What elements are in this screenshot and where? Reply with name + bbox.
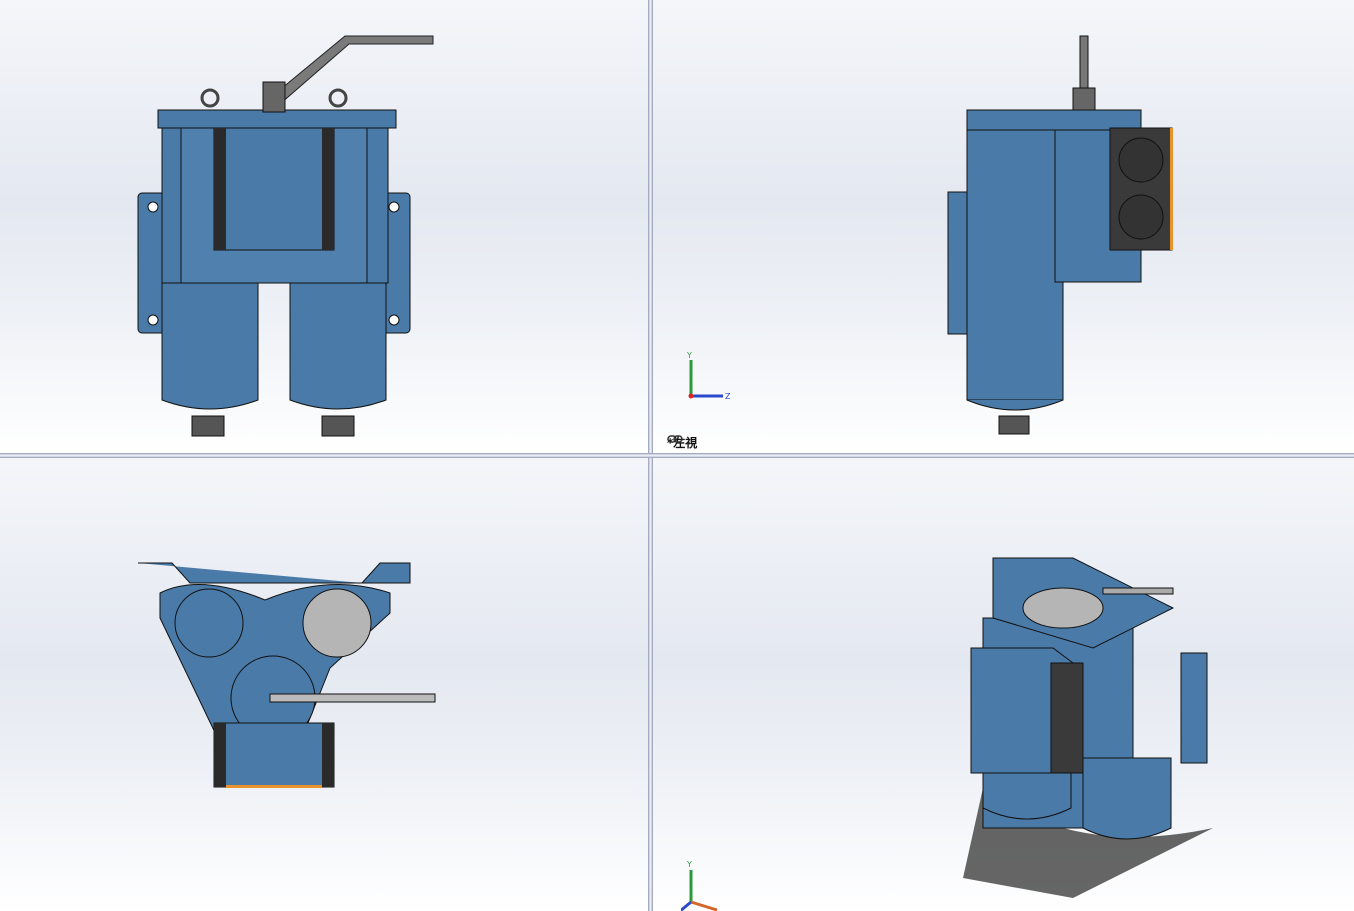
valve-handle bbox=[269, 35, 434, 105]
viewport-top[interactable] bbox=[0, 458, 648, 911]
left-drain-plug bbox=[191, 415, 225, 437]
view-name-label: *左視 bbox=[667, 434, 697, 451]
valve-stem bbox=[1079, 35, 1089, 97]
top-flange bbox=[966, 109, 1142, 131]
front-view-model bbox=[137, 35, 434, 437]
valve-handle bbox=[269, 693, 436, 703]
gasket-left bbox=[214, 128, 226, 250]
iso-view-model bbox=[963, 557, 1213, 898]
edge-highlight bbox=[226, 785, 322, 788]
valve-nut bbox=[1072, 87, 1096, 111]
right-bowl-cap bbox=[302, 588, 372, 658]
side-bracket bbox=[1180, 652, 1208, 764]
triad-y-label-iso: Y bbox=[686, 860, 692, 869]
right-eyebolt bbox=[328, 88, 348, 108]
xyz-axis-triad-icon-iso: Y bbox=[681, 860, 718, 911]
drain-plug bbox=[998, 415, 1030, 435]
left-bowl-cap bbox=[174, 588, 244, 658]
right-filter-bowl bbox=[289, 282, 387, 410]
bracket-hole bbox=[388, 314, 400, 326]
bracket-hole bbox=[147, 314, 159, 326]
bracket-hole bbox=[147, 201, 159, 213]
valve-handle bbox=[1102, 587, 1174, 595]
bracket-hole bbox=[388, 201, 400, 213]
port-lower bbox=[1118, 194, 1164, 240]
right-bowl bbox=[1082, 757, 1172, 840]
flange-edge-highlight bbox=[1170, 128, 1173, 250]
gasket-right bbox=[322, 723, 334, 787]
viewport-front[interactable] bbox=[0, 0, 648, 453]
xyz-axis-triad-icon: Y Z bbox=[686, 351, 731, 401]
view-link-icon bbox=[667, 435, 683, 443]
triad-y-label: Y bbox=[686, 351, 692, 360]
port-cover bbox=[213, 722, 335, 788]
main-bowl bbox=[966, 129, 1064, 401]
gasket-left bbox=[214, 723, 226, 787]
port-upper bbox=[1118, 137, 1164, 183]
viewport-splitter-horizontal[interactable] bbox=[0, 453, 1354, 458]
bracket-arms bbox=[138, 562, 411, 584]
left-filter-bowl bbox=[161, 282, 259, 410]
valve-stem bbox=[262, 81, 286, 113]
top-view-model bbox=[138, 562, 436, 788]
left-view-model bbox=[947, 35, 1173, 435]
bowl-bottom bbox=[966, 399, 1064, 411]
port-flange bbox=[1050, 662, 1084, 774]
left-eyebolt bbox=[200, 88, 220, 108]
viewport-left[interactable]: Y Z *左視 bbox=[653, 0, 1354, 453]
top-flange bbox=[157, 109, 397, 129]
top-cap bbox=[1022, 587, 1104, 629]
triad-z-label: Z bbox=[725, 392, 731, 401]
port-cover bbox=[213, 127, 335, 251]
right-drain-plug bbox=[321, 415, 355, 437]
gasket-right bbox=[322, 128, 334, 250]
viewport-iso[interactable]: Y bbox=[653, 458, 1354, 911]
